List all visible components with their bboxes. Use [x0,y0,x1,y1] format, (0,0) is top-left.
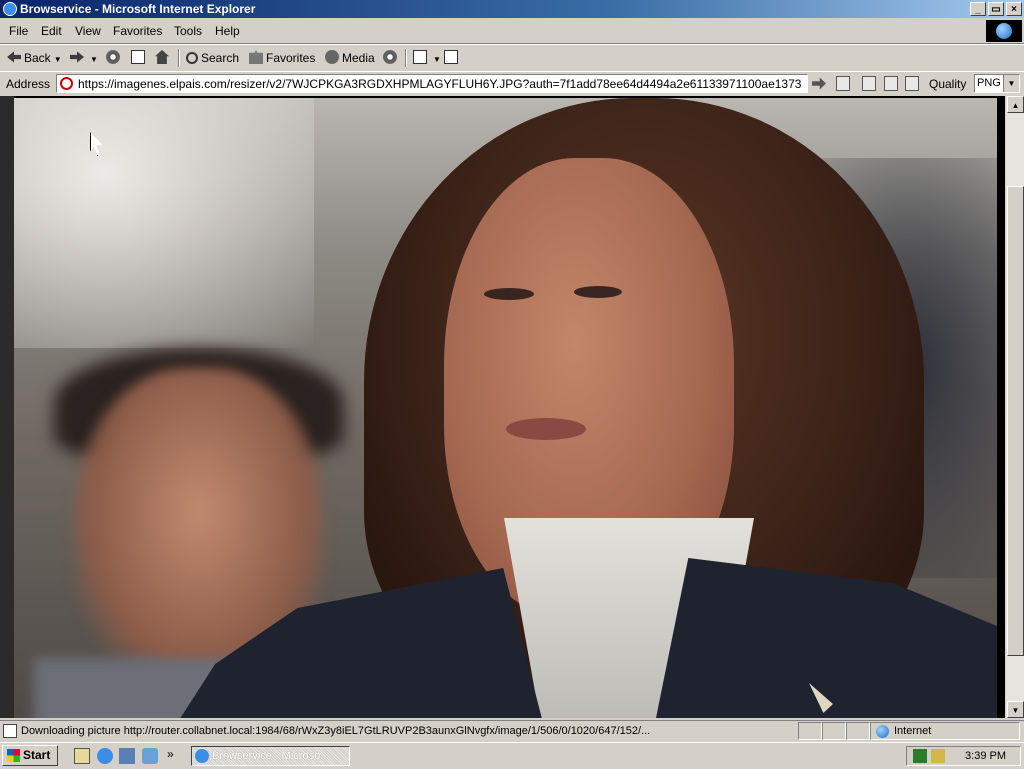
ie-app-icon[interactable] [3,2,17,16]
menu-tools[interactable]: Tools [174,24,202,38]
print-icon [444,50,458,64]
title-bar: Browservice - Microsoft Internet Explore… [0,0,1024,18]
quality-select[interactable]: PNG ▼ [974,74,1020,93]
mail-button[interactable]: ▼ [413,50,441,66]
address-input[interactable]: https://imagenes.elpais.com/resizer/v2/7… [56,74,808,93]
windows-flag-icon [7,749,20,762]
outlook-quicklaunch-icon[interactable] [119,748,135,764]
back-label: Back [24,51,51,65]
ie-task-icon [195,749,209,763]
chevron-down-icon[interactable]: ▼ [1003,75,1019,92]
favorites-button[interactable]: Favorites [249,50,315,66]
status-pane-extra [846,722,870,740]
binoculars-icon[interactable] [884,76,898,91]
stop-icon [106,50,120,64]
refresh-button[interactable] [131,50,148,66]
quality-value: PNG [977,77,1001,89]
scrollbar-thumb[interactable] [1007,186,1024,656]
bookmark-icon[interactable] [836,76,850,91]
home-icon [155,50,169,64]
menu-help[interactable]: Help [215,24,240,38]
media-button[interactable]: Media [325,50,375,66]
address-bar: Address https://imagenes.elpais.com/resi… [0,71,1024,96]
favorites-label: Favorites [266,51,316,65]
scroll-up-icon[interactable]: ▲ [1007,96,1024,113]
menu-file[interactable]: File [9,24,28,38]
content-left-border [0,96,14,718]
subject-left-eye [484,288,534,300]
close-button[interactable]: × [1006,2,1022,16]
media-icon [325,50,339,64]
subject-right-eye [574,286,622,298]
menu-bar: File Edit View Favorites Tools Help [0,19,1024,44]
back-dropdown-icon[interactable]: ▼ [54,55,62,64]
mail-dropdown-icon[interactable]: ▼ [433,55,441,64]
clock[interactable]: 3:39 PM [965,750,1006,762]
standard-toolbar: Back ▼ ▼ Search Favorites Media ▼ [0,44,1024,72]
search-icon [186,52,198,64]
subject-jacket-right [654,558,997,718]
back-arrow-icon [7,51,21,63]
browser-content [0,96,1024,718]
mail-icon [413,50,427,64]
status-bar: Downloading picture http://router.collab… [0,720,1024,742]
history-button[interactable] [383,50,400,66]
subject-lips [506,418,586,440]
quality-label: Quality [929,77,967,91]
status-page-icon [3,724,17,738]
ie-quicklaunch-icon[interactable] [97,748,113,764]
status-text: Downloading picture http://router.collab… [21,725,651,737]
start-label: Start [23,748,51,762]
messenger-quicklaunch-icon[interactable] [142,748,158,764]
media-label: Media [342,51,375,65]
page-icon [60,77,73,90]
vertical-scrollbar[interactable]: ▲ ▼ [1005,96,1024,718]
menu-edit[interactable]: Edit [41,24,62,38]
search-button[interactable]: Search [186,50,239,66]
history-icon [383,50,397,64]
quicklaunch-more-icon[interactable]: » [167,747,174,761]
internet-globe-icon [876,725,889,738]
favorites-folder-icon [249,50,263,64]
taskbar: Start » Browservice - Microso... 3:39 PM [0,742,1024,769]
home-button[interactable] [155,50,172,66]
security-tray-icon[interactable] [931,749,945,763]
status-pane-progress [798,722,822,740]
clipboard-icon[interactable] [905,76,919,91]
print-button[interactable] [444,50,461,66]
menu-favorites[interactable]: Favorites [113,24,162,38]
window-title: Browservice - Microsoft Internet Explore… [20,2,256,16]
scroll-down-icon[interactable]: ▼ [1007,701,1024,718]
system-tray: 3:39 PM [906,746,1021,766]
toolbar-separator [405,49,407,67]
address-url[interactable]: https://imagenes.elpais.com/resizer/v2/7… [78,77,801,91]
taskbar-browservice-window[interactable]: Browservice - Microso... [191,746,350,766]
status-pane-zone [870,722,1020,740]
address-label: Address [6,77,51,91]
refresh-icon [131,50,145,64]
ie-throbber-logo [986,20,1022,42]
show-desktop-icon[interactable] [74,748,90,764]
news-photo [14,98,997,718]
status-pane-lock [822,722,846,740]
security-zone: Internet [894,725,932,737]
back-button[interactable]: Back ▼ [7,50,62,66]
network-tray-icon[interactable] [913,749,927,763]
search-label: Search [201,51,240,65]
minimize-button[interactable]: _ [970,2,986,16]
forward-arrow-icon [70,51,84,63]
toolbar-separator [178,49,180,67]
start-button[interactable]: Start [2,745,58,766]
windows-globe-icon [996,23,1012,39]
save-icon[interactable] [862,76,876,91]
go-arrow-icon[interactable] [812,77,826,90]
stop-button[interactable] [106,50,123,66]
photo-background-light [14,98,314,348]
restore-button[interactable]: ▭ [988,2,1004,16]
forward-dropdown-icon[interactable]: ▼ [90,55,98,64]
task-label: Browservice - Microso... [212,750,330,762]
menu-view[interactable]: View [75,24,101,38]
forward-button[interactable]: ▼ [70,50,98,66]
